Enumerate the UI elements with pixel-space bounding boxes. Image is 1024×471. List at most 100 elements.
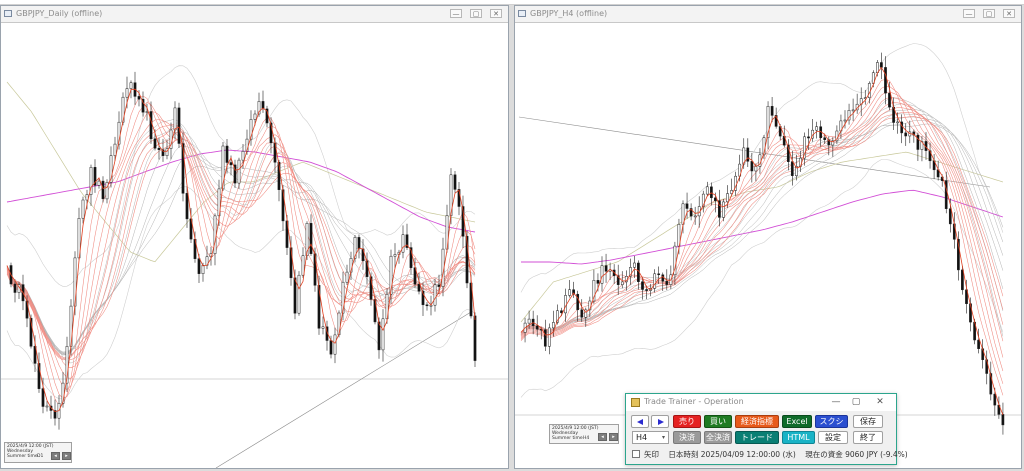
maximize-icon[interactable]: ▢: [848, 394, 864, 410]
candle-body: [604, 265, 608, 272]
operation-window[interactable]: Trade Trainer - Operation — ▢ ✕ 売り 買い 経済…: [625, 393, 908, 465]
candle-body: [425, 304, 429, 307]
chevron-down-icon: ▾: [661, 434, 665, 441]
current-datetime: 2025/04/09 12:00:00 (水): [700, 450, 796, 459]
info-next-button[interactable]: ▸: [609, 433, 618, 441]
next-bar-button[interactable]: [651, 415, 669, 428]
economic-indicators-button[interactable]: 経済指標: [735, 415, 779, 428]
trade-button[interactable]: トレード: [735, 431, 779, 444]
candle-body: [201, 265, 205, 274]
candle-body: [229, 162, 233, 166]
trend-line: [518, 116, 991, 188]
prev-bar-button[interactable]: [631, 415, 649, 428]
ma-long-olive: [6, 81, 476, 263]
chart-titlebar[interactable]: GBPJPY_H4 (offline) — ▢ ✕: [515, 6, 1021, 23]
ma-ribbon-pink: [6, 95, 476, 406]
close-icon[interactable]: ✕: [1003, 9, 1015, 18]
candle-body: [657, 273, 661, 276]
operation-titlebar[interactable]: Trade Trainer - Operation — ▢ ✕: [626, 394, 896, 410]
exit-button[interactable]: 終了: [853, 431, 883, 444]
ma-ribbon-gray: [6, 145, 476, 355]
arrow-checkbox[interactable]: [632, 450, 640, 458]
candle-body: [948, 208, 952, 225]
candle-body: [543, 329, 547, 347]
candle-body: [661, 274, 665, 282]
candle-body: [329, 340, 333, 355]
candle-body: [97, 180, 101, 186]
candle-body: [293, 277, 297, 314]
ma-ribbon-pink: [520, 79, 1004, 396]
chart-titlebar[interactable]: GBPJPY_Daily (offline) — ▢ ✕: [1, 6, 508, 23]
candle-body: [876, 62, 879, 73]
settle-button[interactable]: 決済: [673, 431, 701, 444]
restore-icon[interactable]: ▢: [470, 9, 482, 18]
timeframe-value: H4: [636, 433, 648, 442]
ma-ribbon-gray: [6, 118, 476, 364]
candle-body: [653, 273, 657, 289]
close-icon[interactable]: ✕: [490, 9, 502, 18]
settle-all-button[interactable]: 全決済: [704, 431, 732, 444]
restore-icon[interactable]: ▢: [983, 9, 995, 18]
price-chart-daily[interactable]: [1, 22, 508, 468]
band-upper: [6, 65, 476, 287]
candle-body: [473, 315, 477, 361]
candle-body: [333, 334, 337, 355]
save-button[interactable]: 保存: [853, 415, 883, 428]
candle-body: [977, 339, 980, 349]
candle-body: [620, 281, 624, 285]
candle-body: [843, 119, 847, 122]
candle-body: [815, 126, 818, 131]
info-next-button[interactable]: ▸: [62, 452, 71, 460]
candle-body: [153, 138, 157, 149]
candle-body: [770, 106, 774, 116]
info-prev-button[interactable]: ◂: [51, 452, 60, 460]
candle-body: [896, 121, 899, 124]
candle-body: [417, 283, 421, 292]
settings-button[interactable]: 設定: [818, 431, 848, 444]
buy-button[interactable]: 買い: [704, 415, 732, 428]
operation-title: Trade Trainer - Operation: [644, 397, 744, 406]
candle-body: [705, 186, 709, 195]
candle-body: [726, 193, 729, 203]
ma-long-magenta: [521, 189, 1004, 265]
candle-body: [301, 255, 305, 276]
minimize-icon[interactable]: —: [963, 9, 975, 18]
candle-body: [173, 107, 177, 131]
arrow-left-icon: [637, 419, 643, 425]
minimize-icon[interactable]: —: [450, 9, 462, 18]
candle-body: [645, 289, 648, 291]
ma-ribbon-gray: [6, 122, 476, 353]
trend-line: [215, 311, 472, 468]
candle-body: [685, 203, 689, 209]
ma-ribbon-pink: [6, 130, 476, 359]
app-icon: [631, 398, 640, 407]
arrow-label: 矢印: [644, 450, 659, 459]
sell-button[interactable]: 売り: [673, 415, 701, 428]
candle-body: [710, 186, 713, 199]
excel-button[interactable]: Excel: [782, 415, 812, 428]
close-icon[interactable]: ✕: [872, 394, 888, 410]
timeframe-select[interactable]: H4 ▾: [632, 431, 669, 444]
candle-body: [381, 318, 385, 351]
info-prev-button[interactable]: ◂: [598, 433, 607, 441]
candle-body: [433, 284, 437, 306]
candle-body: [45, 405, 49, 408]
candle-body: [129, 82, 133, 89]
chart-window-daily[interactable]: GBPJPY_Daily (offline) — ▢ ✕ 2025/4/9 12…: [0, 5, 509, 469]
candle-body: [904, 132, 908, 137]
ma-ribbon-pink: [6, 102, 476, 400]
html-button[interactable]: HTML: [782, 431, 815, 444]
candle-body: [101, 180, 105, 200]
minimize-icon[interactable]: —: [828, 394, 844, 410]
ma-ribbon-pink: [6, 119, 476, 379]
candle-body: [237, 159, 241, 184]
candle-body: [393, 254, 397, 257]
screenshot-button[interactable]: スクショ: [815, 415, 848, 438]
candle-body: [884, 67, 887, 94]
candle-body: [41, 388, 45, 407]
info-summer-time: Summer time: [552, 436, 583, 441]
candle-body: [149, 111, 153, 140]
candle-body: [145, 111, 149, 113]
chart-info-panel: 2025/4/9 12:00 (JST) Wednesday Summer ti…: [4, 442, 72, 463]
candle-body: [665, 280, 669, 285]
